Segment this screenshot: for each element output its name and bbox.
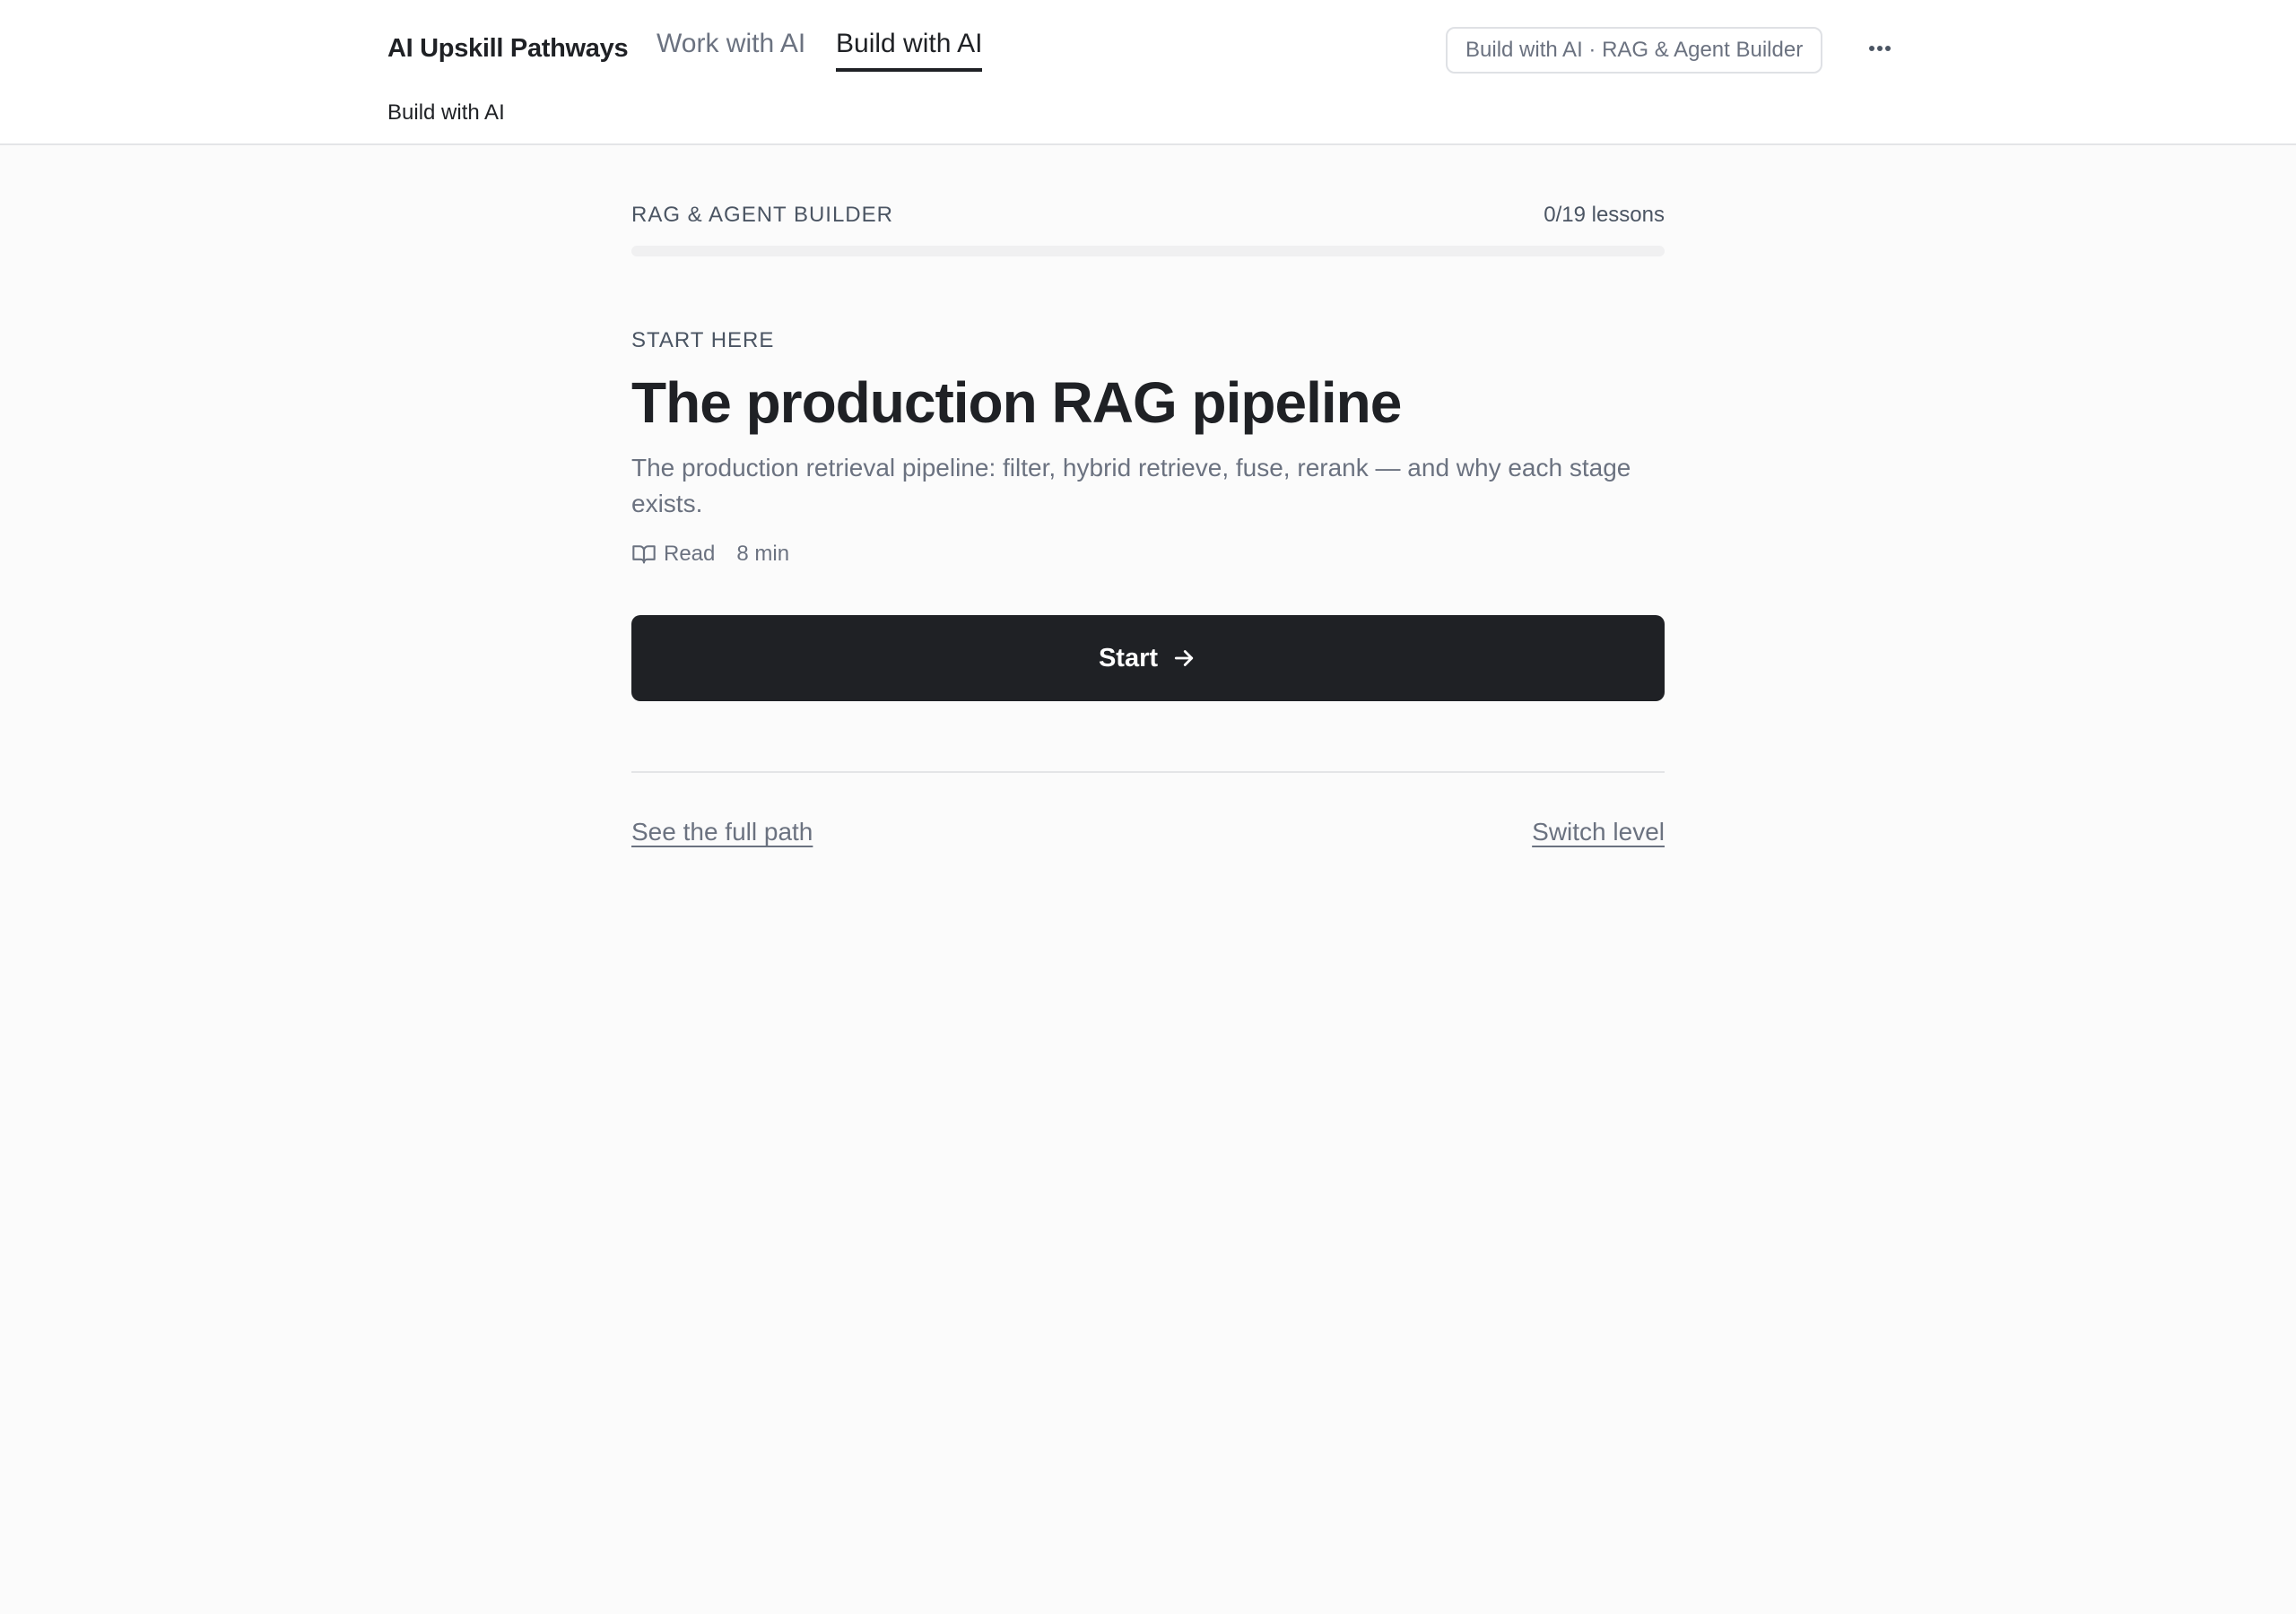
- context-chip[interactable]: Build with AI · RAG & Agent Builder: [1446, 27, 1823, 74]
- lesson-title: The production RAG pipeline: [631, 370, 1402, 435]
- lesson-duration: 8 min: [736, 542, 790, 566]
- see-full-path-link[interactable]: See the full path: [631, 818, 813, 846]
- start-button[interactable]: Start: [631, 615, 1665, 701]
- switch-level-link[interactable]: Switch level: [1532, 818, 1665, 846]
- lesson-eyebrow: START HERE: [631, 328, 775, 352]
- more-options-button[interactable]: [1862, 30, 1898, 66]
- sub-navigation-label[interactable]: Build with AI: [387, 100, 505, 126]
- lesson-count: 0/19 lessons: [1544, 203, 1665, 227]
- arrow-right-icon: [1174, 650, 1194, 666]
- tab-work-with-ai[interactable]: Work with AI: [657, 29, 805, 59]
- path-progress-bar: [631, 246, 1665, 256]
- top-navigation-bar: AI Upskill Pathways Work with AI Build w…: [0, 0, 2296, 145]
- lesson-description: The production retrieval pipeline: filte…: [631, 454, 1631, 517]
- book-open-icon: [632, 545, 656, 564]
- lesson-meta: Read 8 min: [631, 542, 789, 567]
- lesson-type-label: Read: [664, 542, 716, 566]
- divider: [631, 771, 1665, 773]
- tab-build-with-ai[interactable]: Build with AI: [836, 29, 983, 72]
- more-horizontal-icon: [1869, 46, 1891, 51]
- app-brand[interactable]: AI Upskill Pathways: [387, 34, 629, 64]
- start-button-label: Start: [1098, 643, 1159, 672]
- path-title: RAG & AGENT BUILDER: [631, 203, 893, 227]
